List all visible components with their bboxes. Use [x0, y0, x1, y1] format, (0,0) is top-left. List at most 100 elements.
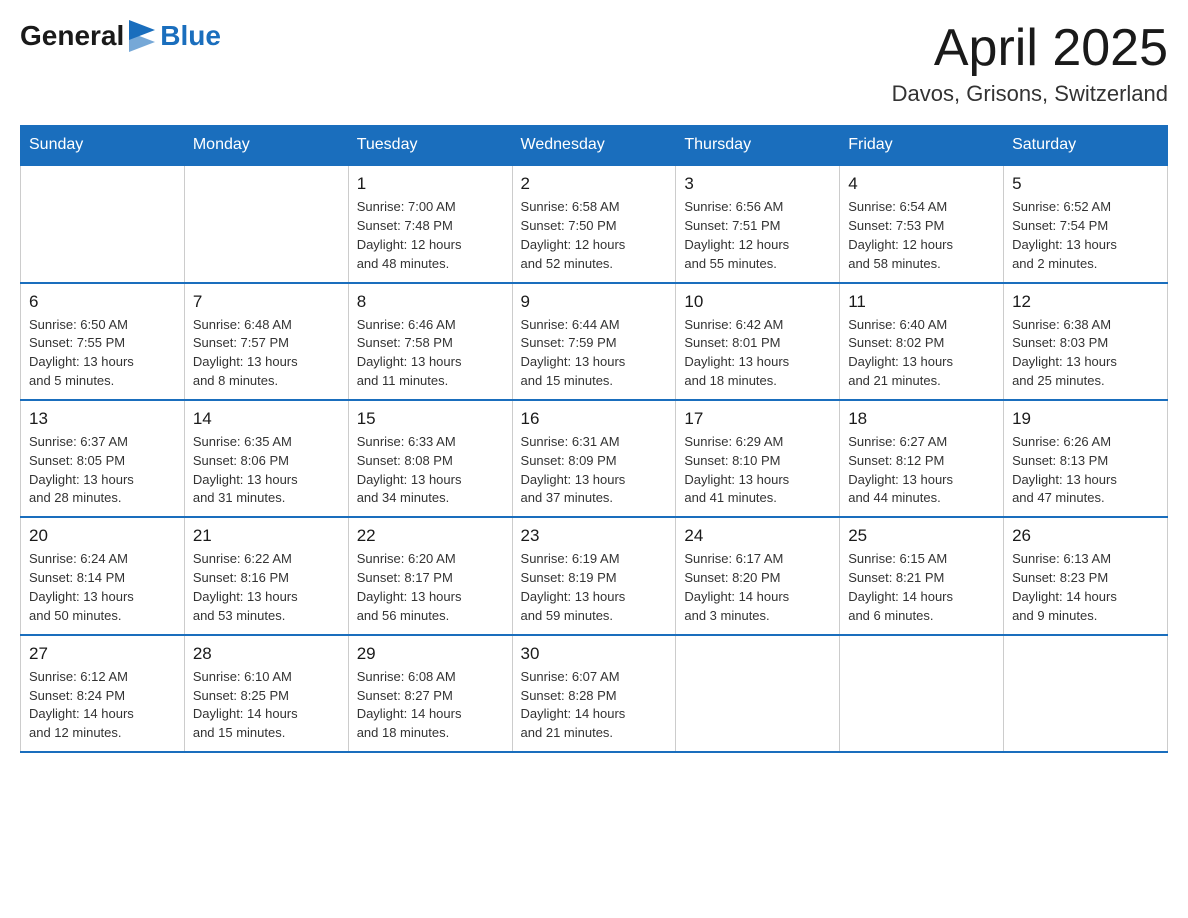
day-number: 10: [684, 292, 831, 312]
day-info: Sunrise: 6:19 AMSunset: 8:19 PMDaylight:…: [521, 550, 668, 625]
calendar-cell: 28Sunrise: 6:10 AMSunset: 8:25 PMDayligh…: [184, 635, 348, 752]
day-header-saturday: Saturday: [1004, 126, 1168, 166]
calendar-cell: 6 Sunrise: 6:50 AMSunset: 7:55 PMDaylight…: [21, 283, 185, 400]
day-info: Sunrise: 6:13 AMSunset: 8:23 PMDaylight:…: [1012, 550, 1159, 625]
day-info: Sunrise: 6:40 AMSunset: 8:02 PMDaylight:…: [848, 316, 995, 391]
calendar-cell: 15 Sunrise: 6:33 AMSunset: 8:08 PMDayligh…: [348, 400, 512, 517]
day-number: 24: [684, 526, 831, 546]
day-info: Sunrise: 6:52 AMSunset: 7:54 PMDaylight:…: [1012, 198, 1159, 273]
day-info: Sunrise: 6:50 AMSunset: 7:55 PMDaylight:…: [29, 316, 176, 391]
day-info: Sunrise: 6:12 AMSunset: 8:24 PMDaylight:…: [29, 668, 176, 743]
calendar-table: SundayMondayTuesdayWednesdayThursdayFrid…: [20, 125, 1168, 753]
calendar-week-row: 20 Sunrise: 6:24 AMSunset: 8:14 PMDayligh…: [21, 517, 1168, 634]
day-info: Sunrise: 6:15 AMSunset: 8:21 PMDaylight:…: [848, 550, 995, 625]
day-number: 12: [1012, 292, 1159, 312]
calendar-cell: 24 Sunrise: 6:17 AMSunset: 8:20 PMDayligh…: [676, 517, 840, 634]
day-number: 30: [521, 644, 668, 664]
day-info: Sunrise: 6:38 AMSunset: 8:03 PMDaylight:…: [1012, 316, 1159, 391]
page-header: General Blue April 2025 Davos, Grisons, …: [20, 20, 1168, 107]
calendar-cell: [21, 165, 185, 282]
day-number: 3: [684, 174, 831, 194]
day-number: 11: [848, 292, 995, 312]
title-block: April 2025 Davos, Grisons, Switzerland: [892, 20, 1168, 107]
day-info: Sunrise: 6:35 AMSunset: 8:06 PMDaylight:…: [193, 433, 340, 508]
day-number: 29: [357, 644, 504, 664]
day-number: 14: [193, 409, 340, 429]
calendar-cell: 12 Sunrise: 6:38 AMSunset: 8:03 PMDayligh…: [1004, 283, 1168, 400]
day-info: Sunrise: 6:33 AMSunset: 8:08 PMDaylight:…: [357, 433, 504, 508]
day-number: 21: [193, 526, 340, 546]
calendar-week-row: 27 Sunrise: 6:12 AMSunset: 8:24 PMDayligh…: [21, 635, 1168, 752]
day-info: Sunrise: 6:46 AMSunset: 7:58 PMDaylight:…: [357, 316, 504, 391]
day-info: Sunrise: 6:31 AMSunset: 8:09 PMDaylight:…: [521, 433, 668, 508]
day-info: Sunrise: 6:22 AMSunset: 8:16 PMDaylight:…: [193, 550, 340, 625]
calendar-cell: 4 Sunrise: 6:54 AMSunset: 7:53 PMDaylight…: [840, 165, 1004, 282]
day-info: Sunrise: 6:42 AMSunset: 8:01 PMDaylight:…: [684, 316, 831, 391]
day-header-wednesday: Wednesday: [512, 126, 676, 166]
calendar-cell: 16 Sunrise: 6:31 AMSunset: 8:09 PMDayligh…: [512, 400, 676, 517]
logo-flag-icon: [129, 20, 155, 52]
day-number: 16: [521, 409, 668, 429]
day-number: 5: [1012, 174, 1159, 194]
day-number: 15: [357, 409, 504, 429]
calendar-cell: 11 Sunrise: 6:40 AMSunset: 8:02 PMDayligh…: [840, 283, 1004, 400]
logo: General Blue: [20, 20, 221, 52]
day-number: 1: [357, 174, 504, 194]
calendar-cell: 14 Sunrise: 6:35 AMSunset: 8:06 PMDayligh…: [184, 400, 348, 517]
calendar-cell: [1004, 635, 1168, 752]
calendar-cell: [840, 635, 1004, 752]
day-number: 9: [521, 292, 668, 312]
calendar-cell: 30 Sunrise: 6:07 AMSunset: 8:28 PMDayligh…: [512, 635, 676, 752]
day-info: Sunrise: 7:00 AMSunset: 7:48 PMDaylight:…: [357, 198, 504, 273]
calendar-cell: 19 Sunrise: 6:26 AMSunset: 8:13 PMDayligh…: [1004, 400, 1168, 517]
calendar-week-row: 13Sunrise: 6:37 AMSunset: 8:05 PMDayligh…: [21, 400, 1168, 517]
calendar-cell: 7 Sunrise: 6:48 AMSunset: 7:57 PMDaylight…: [184, 283, 348, 400]
calendar-cell: 17 Sunrise: 6:29 AMSunset: 8:10 PMDayligh…: [676, 400, 840, 517]
day-number: 20: [29, 526, 176, 546]
day-info: Sunrise: 6:58 AMSunset: 7:50 PMDaylight:…: [521, 198, 668, 273]
calendar-cell: 21 Sunrise: 6:22 AMSunset: 8:16 PMDayligh…: [184, 517, 348, 634]
calendar-cell: [184, 165, 348, 282]
calendar-cell: 29 Sunrise: 6:08 AMSunset: 8:27 PMDayligh…: [348, 635, 512, 752]
day-info: Sunrise: 6:27 AMSunset: 8:12 PMDaylight:…: [848, 433, 995, 508]
calendar-cell: 27 Sunrise: 6:12 AMSunset: 8:24 PMDayligh…: [21, 635, 185, 752]
day-number: 7: [193, 292, 340, 312]
day-number: 2: [521, 174, 668, 194]
calendar-cell: 9 Sunrise: 6:44 AMSunset: 7:59 PMDaylight…: [512, 283, 676, 400]
day-info: Sunrise: 6:48 AMSunset: 7:57 PMDaylight:…: [193, 316, 340, 391]
day-info: Sunrise: 6:29 AMSunset: 8:10 PMDaylight:…: [684, 433, 831, 508]
day-header-sunday: Sunday: [21, 126, 185, 166]
calendar-week-row: 1 Sunrise: 7:00 AMSunset: 7:48 PMDaylight…: [21, 165, 1168, 282]
day-number: 19: [1012, 409, 1159, 429]
day-number: 17: [684, 409, 831, 429]
day-number: 4: [848, 174, 995, 194]
day-info: Sunrise: 6:54 AMSunset: 7:53 PMDaylight:…: [848, 198, 995, 273]
day-header-tuesday: Tuesday: [348, 126, 512, 166]
day-info: Sunrise: 6:24 AMSunset: 8:14 PMDaylight:…: [29, 550, 176, 625]
month-title: April 2025: [892, 20, 1168, 77]
day-info: Sunrise: 6:37 AMSunset: 8:05 PMDaylight:…: [29, 433, 176, 508]
day-header-monday: Monday: [184, 126, 348, 166]
day-number: 28: [193, 644, 340, 664]
day-info: Sunrise: 6:44 AMSunset: 7:59 PMDaylight:…: [521, 316, 668, 391]
logo-general-text: General: [20, 20, 124, 52]
day-number: 25: [848, 526, 995, 546]
calendar-cell: [676, 635, 840, 752]
day-number: 8: [357, 292, 504, 312]
day-info: Sunrise: 6:07 AMSunset: 8:28 PMDaylight:…: [521, 668, 668, 743]
day-number: 6: [29, 292, 176, 312]
day-info: Sunrise: 6:26 AMSunset: 8:13 PMDaylight:…: [1012, 433, 1159, 508]
calendar-cell: 8 Sunrise: 6:46 AMSunset: 7:58 PMDaylight…: [348, 283, 512, 400]
calendar-cell: 26Sunrise: 6:13 AMSunset: 8:23 PMDayligh…: [1004, 517, 1168, 634]
calendar-cell: 22Sunrise: 6:20 AMSunset: 8:17 PMDayligh…: [348, 517, 512, 634]
day-info: Sunrise: 6:17 AMSunset: 8:20 PMDaylight:…: [684, 550, 831, 625]
logo-blue-text: Blue: [160, 20, 221, 52]
calendar-week-row: 6 Sunrise: 6:50 AMSunset: 7:55 PMDaylight…: [21, 283, 1168, 400]
day-number: 27: [29, 644, 176, 664]
day-header-friday: Friday: [840, 126, 1004, 166]
calendar-cell: 25 Sunrise: 6:15 AMSunset: 8:21 PMDayligh…: [840, 517, 1004, 634]
calendar-cell: 3Sunrise: 6:56 AMSunset: 7:51 PMDaylight…: [676, 165, 840, 282]
calendar-cell: 23 Sunrise: 6:19 AMSunset: 8:19 PMDayligh…: [512, 517, 676, 634]
day-number: 23: [521, 526, 668, 546]
day-info: Sunrise: 6:08 AMSunset: 8:27 PMDaylight:…: [357, 668, 504, 743]
